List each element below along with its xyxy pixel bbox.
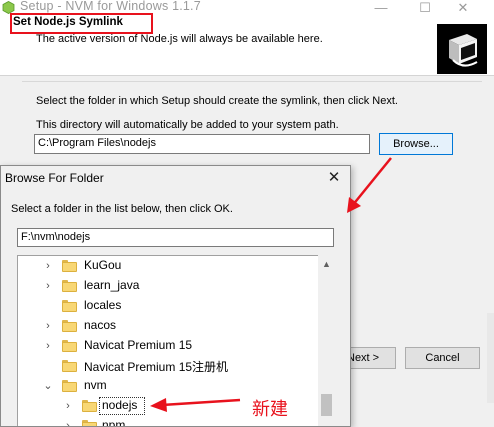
tree-item-label: nacos xyxy=(84,318,117,332)
folder-icon xyxy=(62,300,77,312)
page-description: The active version of Node.js will alway… xyxy=(36,33,323,45)
symlink-instruction: Select the folder in which Setup should … xyxy=(36,95,398,107)
chevron-right-icon[interactable]: › xyxy=(42,319,54,333)
tree-item[interactable]: ⌄ nvm xyxy=(18,376,316,396)
chevron-right-icon[interactable]: › xyxy=(62,399,74,413)
tree-item[interactable]: Navicat Premium 15注册机 xyxy=(18,356,316,376)
folder-icon xyxy=(82,420,97,426)
divider xyxy=(22,81,482,82)
scrollbar-thumb[interactable] xyxy=(321,394,332,416)
chevron-down-icon[interactable]: ⌄ xyxy=(42,379,54,393)
window-edge xyxy=(487,313,494,403)
tree-item[interactable]: › KuGou xyxy=(18,256,316,276)
folder-icon xyxy=(62,260,77,272)
title-highlight-box xyxy=(10,13,153,34)
browse-button[interactable]: Browse... xyxy=(379,133,453,155)
folder-icon xyxy=(82,400,97,412)
tree-item-label: learn_java xyxy=(84,278,140,292)
tree-item-label: nodejs xyxy=(102,398,138,412)
folder-icon xyxy=(62,320,77,332)
annotation-label: 新建 xyxy=(252,399,288,420)
folder-icon xyxy=(62,360,77,372)
chevron-right-icon[interactable]: › xyxy=(42,279,54,293)
scroll-up-icon[interactable]: ▲ xyxy=(319,257,334,271)
dialog-title: Browse For Folder xyxy=(5,171,104,185)
tree-item[interactable]: › learn_java xyxy=(18,276,316,296)
maximize-button[interactable]: ☐ xyxy=(415,0,435,17)
symlink-path-input[interactable]: C:\Program Files\nodejs xyxy=(34,134,370,154)
dialog-instruction: Select a folder in the list below, then … xyxy=(11,203,233,215)
chevron-right-icon[interactable]: › xyxy=(62,419,74,426)
dialog-close-button[interactable]: ✕ xyxy=(324,168,344,188)
tree-item[interactable]: locales xyxy=(18,296,316,316)
tree-item-label: Navicat Premium 15 xyxy=(84,338,193,352)
tree-item[interactable]: › nacos xyxy=(18,316,316,336)
tree-item[interactable]: › Navicat Premium 15 xyxy=(18,336,316,356)
path-note: This directory will automatically be add… xyxy=(36,119,339,131)
tree-item-label: nvm xyxy=(84,378,107,392)
installer-box-icon xyxy=(437,24,487,74)
window-title: Setup - NVM for Windows 1.1.7 xyxy=(20,0,201,13)
chevron-right-icon[interactable]: › xyxy=(42,339,54,353)
folder-icon xyxy=(62,280,77,292)
tree-item-label: KuGou xyxy=(84,258,122,272)
chevron-right-icon[interactable]: › xyxy=(42,259,54,273)
tree-item-label: Navicat Premium 15注册机 xyxy=(84,360,229,374)
minimize-button[interactable]: — xyxy=(366,0,396,17)
folder-icon xyxy=(62,380,77,392)
close-button[interactable]: ✕ xyxy=(445,0,481,17)
cancel-button[interactable]: Cancel xyxy=(405,347,480,369)
tree-item-label: locales xyxy=(84,298,122,312)
tree-item-label: npm xyxy=(102,418,126,427)
browse-folder-dialog: Browse For Folder ✕ Select a folder in t… xyxy=(0,165,351,427)
selected-folder-input[interactable]: F:\nvm\nodejs xyxy=(17,228,334,247)
folder-icon xyxy=(62,340,77,352)
